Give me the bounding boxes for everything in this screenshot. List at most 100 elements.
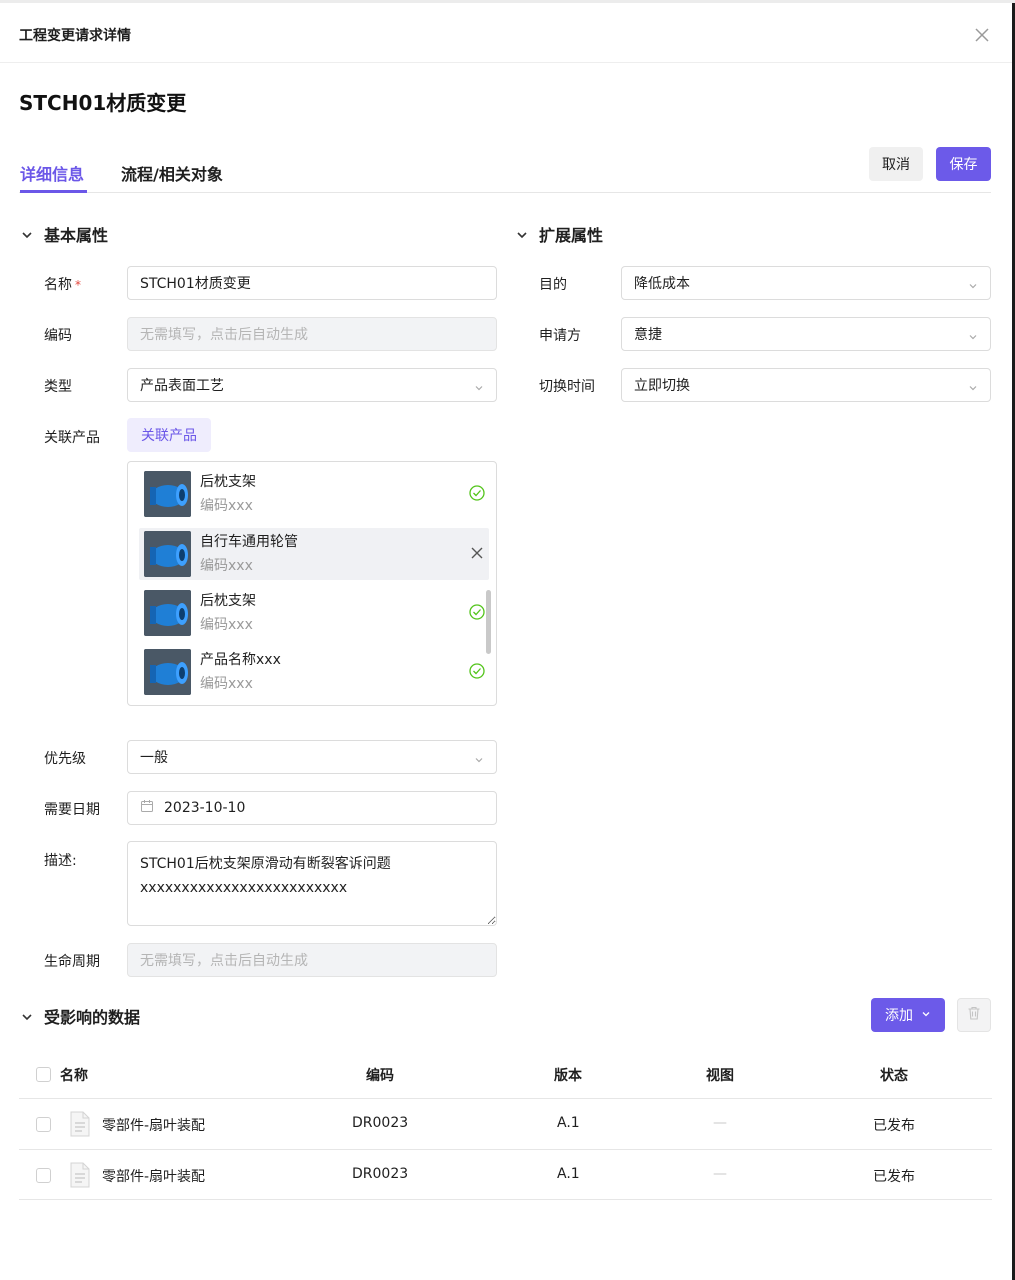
chevron-down-icon xyxy=(20,227,34,241)
due-date-label: 需要日期 xyxy=(44,802,100,818)
col-view: 视图 xyxy=(706,1068,734,1084)
row-status: 已发布 xyxy=(873,1169,915,1185)
switch-time-select-value: 立即切换 xyxy=(634,378,690,394)
product-name: 后枕支架 xyxy=(200,593,256,609)
product-code: 编码xxx xyxy=(200,558,253,574)
lifecycle-input[interactable]: 无需填写，点击后自动生成 xyxy=(127,943,497,977)
priority-label: 优先级 xyxy=(44,751,86,767)
row-version: A.1 xyxy=(557,1115,580,1131)
section-basic-header[interactable]: 基本属性 xyxy=(20,222,108,246)
due-date-picker[interactable]: 2023-10-10 xyxy=(127,791,497,825)
product-code: 编码xxx xyxy=(200,676,253,692)
close-icon[interactable] xyxy=(468,544,486,562)
purpose-select-value: 降低成本 xyxy=(634,276,690,292)
product-thumbnail xyxy=(144,531,191,577)
list-scrollbar[interactable] xyxy=(486,590,491,654)
product-name: 后枕支架 xyxy=(200,474,256,490)
priority-select-value: 一般 xyxy=(140,750,168,766)
page-title: STCH01材质变更 xyxy=(19,91,187,115)
switch-time-label: 切换时间 xyxy=(539,379,595,395)
code-placeholder: 无需填写，点击后自动生成 xyxy=(140,327,308,343)
save-button[interactable]: 保存 xyxy=(936,147,991,181)
product-name: 产品名称xxx xyxy=(200,652,281,668)
applicant-select-value: 意捷 xyxy=(634,327,662,343)
code-input[interactable]: 无需填写，点击后自动生成 xyxy=(127,317,497,351)
delete-button[interactable] xyxy=(957,998,991,1032)
check-circle-icon xyxy=(468,603,486,621)
row-checkbox[interactable] xyxy=(36,1117,51,1132)
drawer-title: 工程变更请求详情 xyxy=(19,28,131,44)
tab-process-related[interactable]: 流程/相关对象 xyxy=(121,161,223,185)
description-textarea[interactable] xyxy=(127,841,497,926)
col-name: 名称 xyxy=(60,1068,88,1084)
section-affected-title: 受影响的数据 xyxy=(44,1008,141,1027)
applicant-select[interactable]: 意捷 xyxy=(621,317,991,351)
row-code: DR0023 xyxy=(352,1166,409,1182)
purpose-label: 目的 xyxy=(539,277,567,293)
document-icon xyxy=(69,1111,91,1137)
purpose-select[interactable]: 降低成本 xyxy=(621,266,991,300)
row-view: — xyxy=(713,1166,727,1182)
chevron-down-icon xyxy=(474,753,484,763)
lifecycle-placeholder: 无需填写，点击后自动生成 xyxy=(140,953,308,969)
product-code: 编码xxx xyxy=(200,617,253,633)
add-button-label: 添加 xyxy=(885,1008,913,1024)
chevron-down-icon xyxy=(515,227,529,241)
chevron-down-icon xyxy=(921,1007,931,1023)
description-label: 描述: xyxy=(44,853,77,869)
check-circle-icon xyxy=(468,662,486,680)
type-select-value: 产品表面工艺 xyxy=(140,378,224,394)
section-affected-header[interactable]: 受影响的数据 xyxy=(20,1004,140,1028)
table-row-divider xyxy=(19,1149,992,1150)
col-status: 状态 xyxy=(880,1068,908,1084)
list-item[interactable]: 产品名称xxx 编码xxx xyxy=(139,646,489,698)
applicant-label: 申请方 xyxy=(539,328,581,344)
required-mark: * xyxy=(75,278,81,292)
add-button[interactable]: 添加 xyxy=(871,998,945,1032)
type-label: 类型 xyxy=(44,379,72,395)
product-thumbnail xyxy=(144,649,191,695)
priority-select[interactable]: 一般 xyxy=(127,740,497,774)
list-item[interactable]: 自行车通用轮管 编码xxx xyxy=(139,528,489,580)
col-version: 版本 xyxy=(554,1068,582,1084)
tab-details[interactable]: 详细信息 xyxy=(20,161,84,185)
active-tab-indicator xyxy=(20,190,87,193)
row-name[interactable]: 零部件-扇叶装配 xyxy=(102,1115,205,1135)
chevron-down-icon xyxy=(968,279,978,289)
section-extended-header[interactable]: 扩展属性 xyxy=(515,222,603,246)
check-circle-icon xyxy=(468,484,486,502)
close-icon[interactable] xyxy=(972,25,992,45)
row-checkbox[interactable] xyxy=(36,1168,51,1183)
col-code: 编码 xyxy=(366,1068,394,1084)
row-view: — xyxy=(713,1115,727,1131)
name-label-text: 名称 xyxy=(44,277,72,293)
row-name[interactable]: 零部件-扇叶装配 xyxy=(102,1166,205,1186)
link-product-button[interactable]: 关联产品 xyxy=(127,418,211,452)
section-basic-title: 基本属性 xyxy=(44,226,109,245)
chevron-down-icon xyxy=(968,381,978,391)
product-name: 自行车通用轮管 xyxy=(200,534,298,550)
type-select[interactable]: 产品表面工艺 xyxy=(127,368,497,402)
header-divider xyxy=(0,62,1015,63)
lifecycle-label: 生命周期 xyxy=(44,954,100,970)
trash-icon xyxy=(966,1005,982,1025)
list-item[interactable]: 后枕支架 编码xxx xyxy=(139,587,489,639)
select-all-checkbox[interactable] xyxy=(36,1067,51,1082)
chevron-down-icon xyxy=(474,381,484,391)
table-header-divider xyxy=(19,1098,992,1099)
row-version: A.1 xyxy=(557,1166,580,1182)
product-code: 编码xxx xyxy=(200,498,253,514)
list-item[interactable]: 后枕支架 编码xxx xyxy=(139,468,489,520)
product-thumbnail xyxy=(144,471,191,517)
name-input[interactable]: STCH01材质变更 xyxy=(127,266,497,300)
name-input-value: STCH01材质变更 xyxy=(140,276,251,292)
row-status: 已发布 xyxy=(873,1118,915,1134)
switch-time-select[interactable]: 立即切换 xyxy=(621,368,991,402)
related-products-list: 后枕支架 编码xxx 自行车通用轮管 编码xxx 后枕支架 编码xxx 产品名称… xyxy=(127,461,497,706)
related-products-label: 关联产品 xyxy=(44,430,100,446)
cancel-button[interactable]: 取消 xyxy=(869,147,923,181)
chevron-down-icon xyxy=(20,1009,34,1023)
row-code: DR0023 xyxy=(352,1115,409,1131)
product-thumbnail xyxy=(144,590,191,636)
calendar-icon xyxy=(140,799,154,817)
